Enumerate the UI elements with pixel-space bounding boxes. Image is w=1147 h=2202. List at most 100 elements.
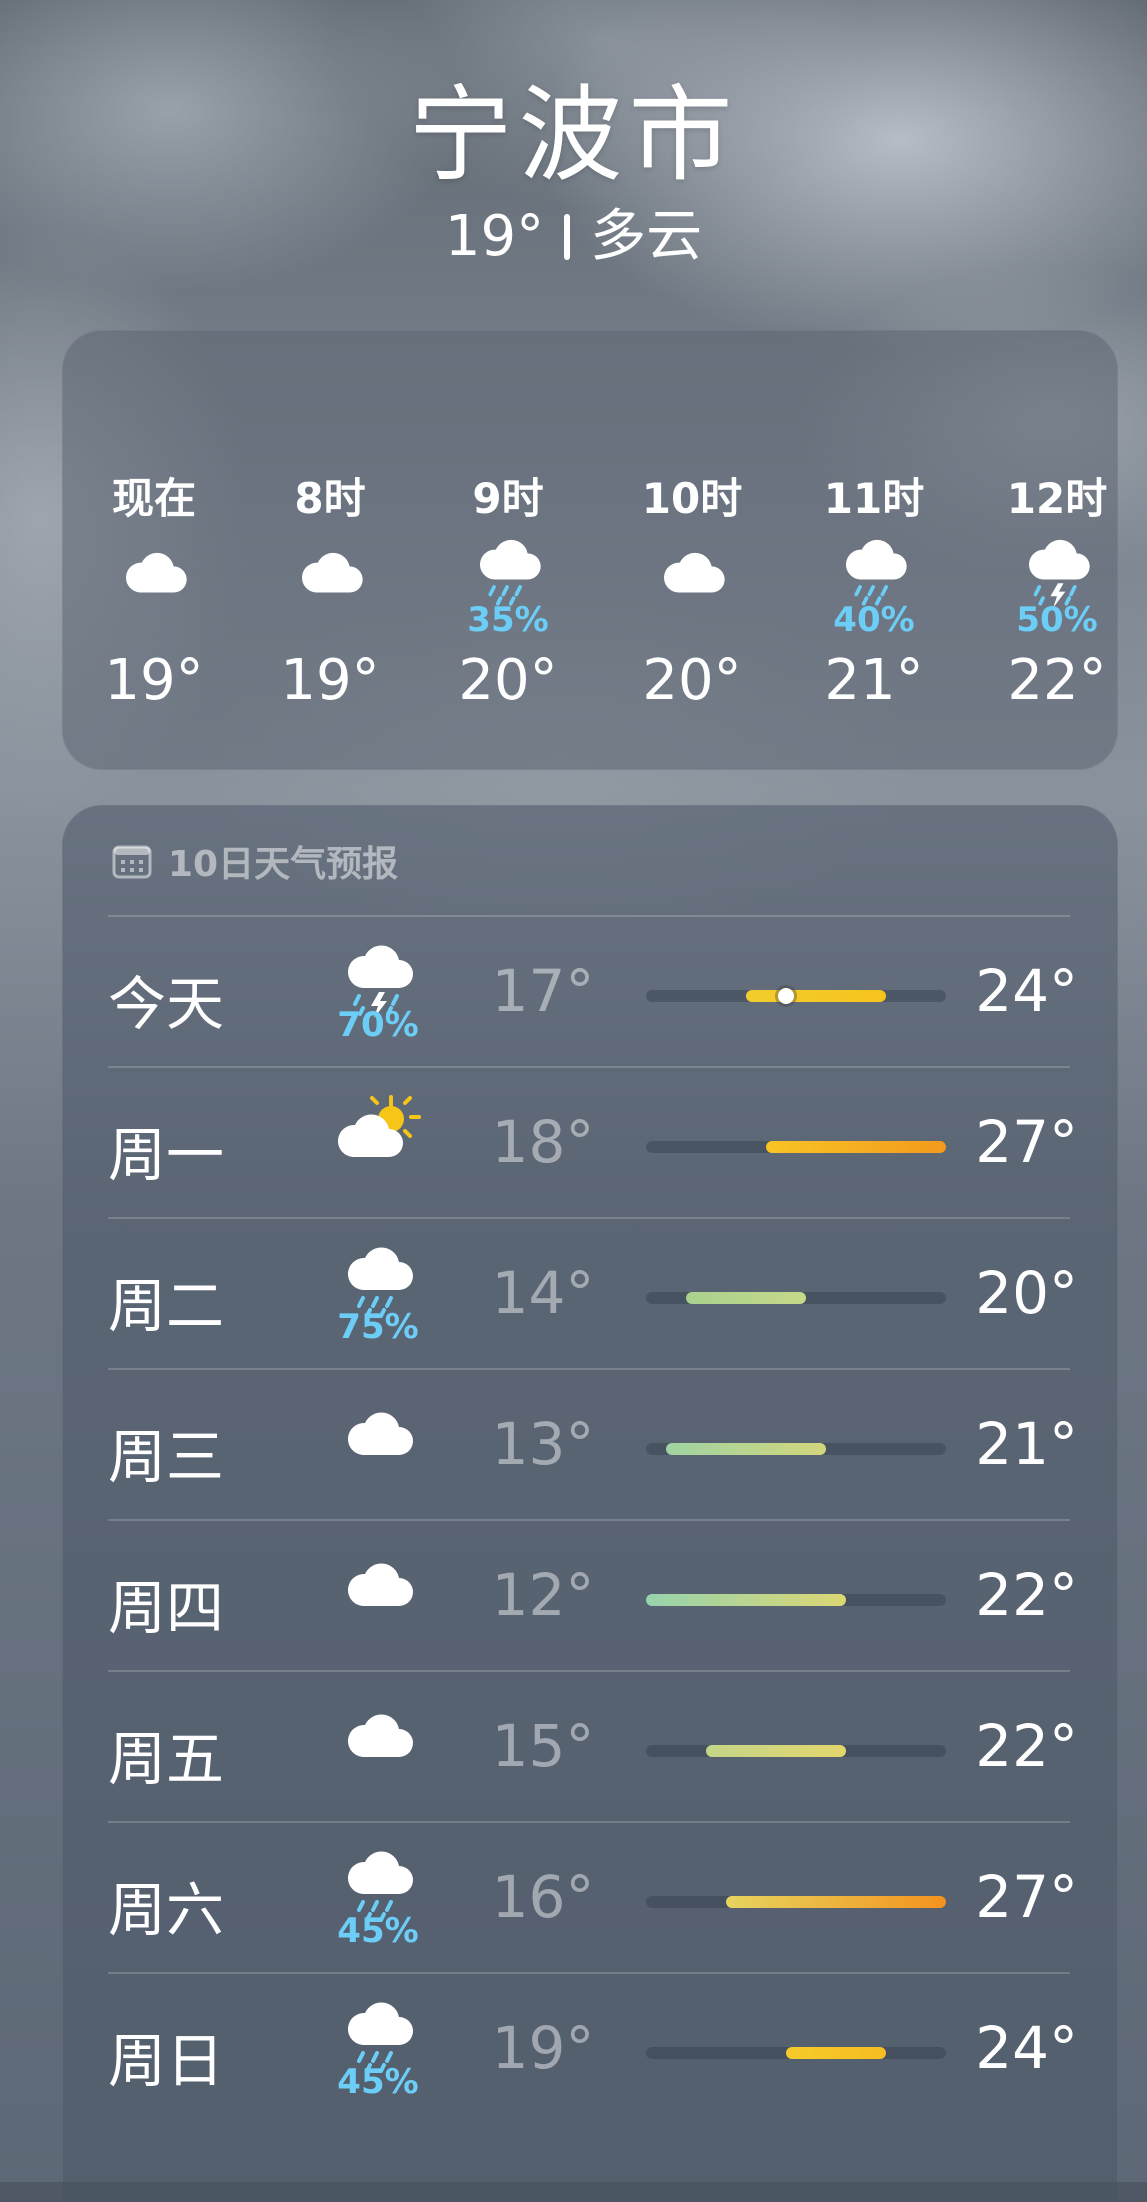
hour-temperature: 20° — [458, 648, 558, 713]
temperature-range-fill — [706, 1745, 846, 1757]
temperature-range-bar — [646, 1896, 946, 1908]
precipitation-chance: 75% — [337, 1307, 419, 1347]
day-label: 今天 — [108, 970, 225, 1038]
temperature-range-bar — [646, 1745, 946, 1757]
precipitation-chance: 45% — [337, 2062, 419, 2102]
hour-label: 现在 — [111, 474, 196, 523]
low-temperature: 12° — [491, 1561, 595, 1629]
high-temperature: 21° — [975, 1410, 1078, 1478]
day-label: 周五 — [108, 1725, 225, 1793]
high-temperature: 22° — [975, 1712, 1078, 1780]
tab-bar-edge — [0, 2182, 1147, 2202]
calendar-icon — [112, 845, 152, 879]
cloud-icon — [663, 552, 725, 593]
day-label: 周六 — [108, 1876, 225, 1944]
hourly-forecast-panel[interactable]: 现在 19° 8时 19° 9时 35% 20° 10时 20° 11时 40% 21° 12时 50% 2… — [62, 330, 1118, 770]
precipitation-chance: 40% — [833, 600, 915, 640]
temperature-range-bar — [646, 2047, 946, 2059]
separator — [564, 214, 571, 260]
hourly-item: 现在 19° — [64, 330, 244, 770]
high-temperature: 24° — [975, 957, 1078, 1025]
daily-row[interactable]: 周六 45% 16° 27° — [108, 1821, 1078, 1973]
low-temperature: 14° — [491, 1259, 595, 1327]
hourly-item: 9时 35% 20° — [418, 330, 598, 770]
low-temperature: 15° — [491, 1712, 595, 1780]
hourly-item: 8时 19° — [240, 330, 420, 770]
precipitation-chance: 35% — [467, 600, 549, 640]
partly-sunny-icon — [337, 1095, 421, 1157]
high-temperature: 27° — [975, 1863, 1078, 1931]
temperature-range-fill — [786, 2047, 886, 2059]
daily-forecast-title: 10日天气预报 — [168, 844, 399, 885]
hourly-item: 11时 40% 21° — [784, 330, 964, 770]
low-temperature: 16° — [491, 1863, 595, 1931]
temperature-range-fill — [686, 1292, 806, 1304]
day-label: 周日 — [108, 2027, 225, 2095]
high-temperature: 22° — [975, 1561, 1078, 1629]
cloud-icon — [347, 1412, 413, 1455]
weather-icon-wrap — [112, 530, 196, 614]
high-temperature: 24° — [975, 2014, 1078, 2082]
cloud-icon — [301, 552, 363, 593]
hour-temperature: 20° — [642, 648, 742, 713]
daily-forecast-panel[interactable]: 10日天气预报 今天 70% 17° 24° 周一 18° 27° 周二 75% 14° 20° 周三… — [62, 805, 1118, 2202]
weather-icon-wrap — [333, 1539, 423, 1629]
hour-temperature: 19° — [104, 648, 204, 713]
daily-forecast-header: 10日天气预报 — [112, 835, 398, 887]
location-header: 宁波市 19° 多云 — [0, 70, 1147, 272]
weather-icon-wrap — [333, 1388, 423, 1478]
temperature-range-bar — [646, 1443, 946, 1455]
day-label: 周一 — [108, 1121, 225, 1189]
temperature-range-fill — [746, 990, 886, 1002]
low-temperature: 19° — [491, 2014, 595, 2082]
temperature-range-fill — [726, 1896, 946, 1908]
hour-label: 12时 — [1006, 474, 1108, 523]
temperature-range-bar — [646, 988, 946, 1004]
temperature-range-bar — [646, 1292, 946, 1304]
daily-row[interactable]: 周二 75% 14° 20° — [108, 1217, 1078, 1369]
temperature-range-fill — [666, 1443, 826, 1455]
weather-icon-wrap — [650, 530, 734, 614]
low-temperature: 18° — [491, 1108, 595, 1176]
precipitation-chance: 70% — [337, 1005, 419, 1045]
daily-row[interactable]: 周五 15° 22° — [108, 1670, 1078, 1822]
cloud-icon — [347, 1714, 413, 1757]
city-name: 宁波市 — [408, 74, 739, 196]
hour-temperature: 19° — [280, 648, 380, 713]
temperature-range-fill — [766, 1141, 946, 1153]
daily-row[interactable]: 周一 18° 27° — [108, 1066, 1078, 1218]
day-label: 周二 — [108, 1272, 225, 1340]
cloud-icon — [347, 1563, 413, 1606]
weather-icon-wrap — [288, 530, 372, 614]
current-condition: 多云 — [590, 204, 703, 269]
hour-temperature: 22° — [1007, 648, 1107, 713]
daily-row[interactable]: 周三 13° 21° — [108, 1368, 1078, 1520]
temperature-range-fill — [646, 1594, 846, 1606]
high-temperature: 27° — [975, 1108, 1078, 1176]
hour-label: 9时 — [472, 474, 544, 523]
daily-row[interactable]: 周四 12° 22° — [108, 1519, 1078, 1671]
low-temperature: 13° — [491, 1410, 595, 1478]
day-label: 周四 — [108, 1574, 225, 1642]
precipitation-chance: 45% — [337, 1911, 419, 1951]
current-temperature: 19° — [444, 204, 545, 269]
hour-temperature: 21° — [824, 648, 924, 713]
weather-icon-wrap — [333, 1086, 423, 1176]
hourly-item: 10时 20° — [602, 330, 782, 770]
hour-label: 11时 — [823, 474, 925, 523]
current-temp-marker — [778, 988, 794, 1004]
weather-icon-wrap — [333, 1690, 423, 1780]
precipitation-chance: 50% — [1016, 600, 1098, 640]
daily-row[interactable]: 今天 70% 17° 24° — [108, 915, 1078, 1067]
hour-label: 10时 — [641, 474, 743, 523]
current-summary: 19° 多云 — [0, 202, 1147, 272]
day-label: 周三 — [108, 1423, 225, 1491]
hourly-item: 12时 50% 22° — [967, 330, 1147, 770]
daily-row[interactable]: 周日 45% 19° 24° — [108, 1972, 1078, 2124]
low-temperature: 17° — [491, 957, 595, 1025]
cloud-icon — [125, 552, 187, 593]
hour-label: 8时 — [294, 474, 366, 523]
temperature-range-bar — [646, 1594, 946, 1606]
temperature-range-bar — [646, 1141, 946, 1153]
high-temperature: 20° — [975, 1259, 1078, 1327]
